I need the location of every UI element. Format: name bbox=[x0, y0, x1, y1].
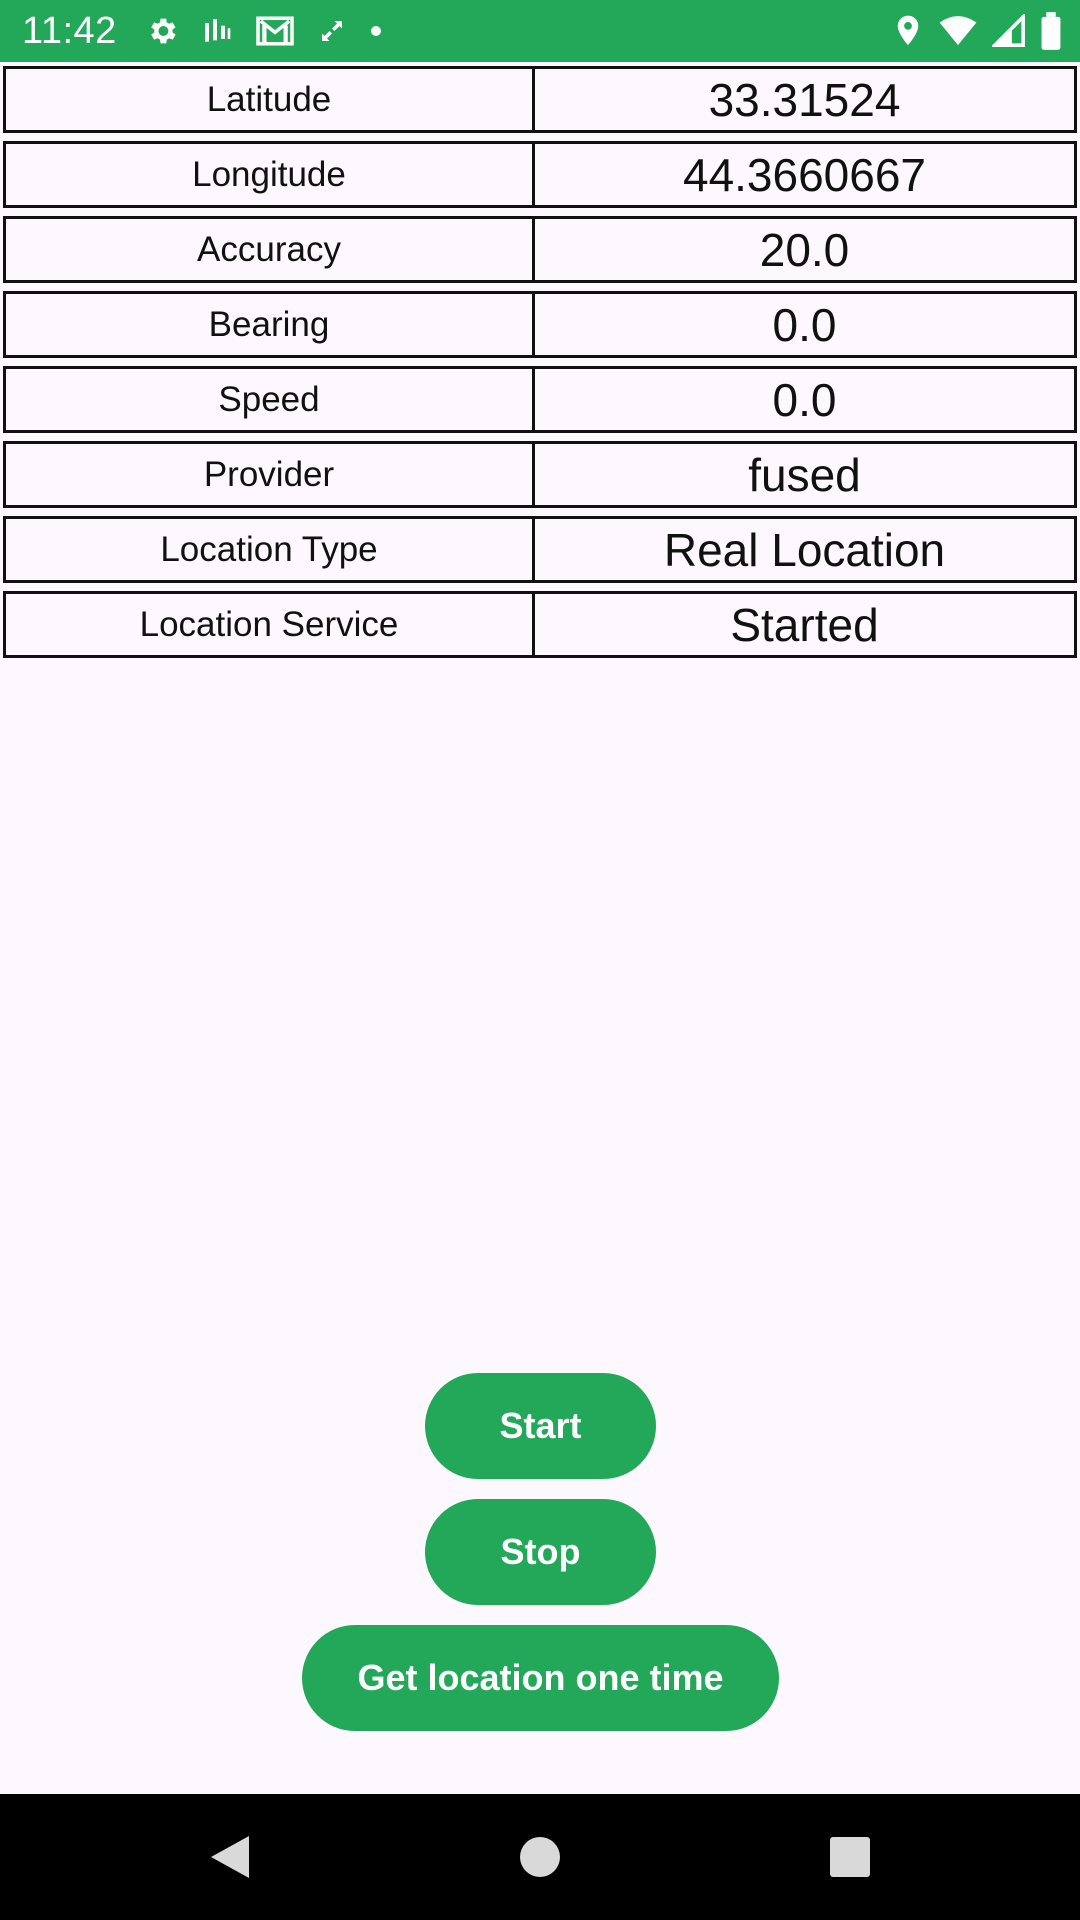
row-label: Provider bbox=[3, 441, 535, 508]
table-row-location-type: Location Type Real Location bbox=[3, 516, 1077, 583]
notification-dot-icon bbox=[369, 24, 383, 38]
row-value: 44.3660667 bbox=[535, 141, 1077, 208]
row-value: 20.0 bbox=[535, 216, 1077, 283]
table-row-longitude: Longitude 44.3660667 bbox=[3, 141, 1077, 208]
table-row-accuracy: Accuracy 20.0 bbox=[3, 216, 1077, 283]
status-left-icons bbox=[145, 14, 383, 48]
start-button[interactable]: Start bbox=[425, 1373, 656, 1479]
sync-icon bbox=[317, 16, 347, 46]
row-value: 0.0 bbox=[535, 291, 1077, 358]
cellular-signal-icon bbox=[992, 14, 1026, 48]
back-icon[interactable] bbox=[200, 1824, 260, 1890]
status-time: 11:42 bbox=[22, 9, 117, 52]
table-row-bearing: Bearing 0.0 bbox=[3, 291, 1077, 358]
row-label: Location Type bbox=[3, 516, 535, 583]
row-value: 33.31524 bbox=[535, 66, 1077, 133]
status-right-icons bbox=[892, 0, 1062, 62]
row-value: fused bbox=[535, 441, 1077, 508]
wifi-icon bbox=[938, 14, 978, 48]
table-row-speed: Speed 0.0 bbox=[3, 366, 1077, 433]
row-label: Speed bbox=[3, 366, 535, 433]
navigation-bar bbox=[0, 1794, 1080, 1920]
row-label: Bearing bbox=[3, 291, 535, 358]
signal-bars-icon bbox=[201, 15, 233, 47]
location-info-table: Latitude 33.31524 Longitude 44.3660667 A… bbox=[3, 66, 1077, 666]
recents-icon[interactable] bbox=[820, 1824, 880, 1890]
status-bar: 11:42 bbox=[0, 0, 1080, 62]
row-label: Location Service bbox=[3, 591, 535, 658]
row-label: Longitude bbox=[3, 141, 535, 208]
settings-icon bbox=[145, 14, 179, 48]
row-value: 0.0 bbox=[535, 366, 1077, 433]
stop-button[interactable]: Stop bbox=[425, 1499, 656, 1605]
gmail-icon bbox=[255, 14, 295, 48]
row-label: Latitude bbox=[3, 66, 535, 133]
table-row-latitude: Latitude 33.31524 bbox=[3, 66, 1077, 133]
home-icon[interactable] bbox=[510, 1824, 570, 1890]
table-row-provider: Provider fused bbox=[3, 441, 1077, 508]
row-label: Accuracy bbox=[3, 216, 535, 283]
battery-icon bbox=[1040, 12, 1062, 50]
table-row-location-service: Location Service Started bbox=[3, 591, 1077, 658]
row-value: Started bbox=[535, 591, 1077, 658]
location-pin-icon bbox=[892, 13, 924, 49]
get-location-once-button[interactable]: Get location one time bbox=[302, 1625, 779, 1731]
row-value: Real Location bbox=[535, 516, 1077, 583]
